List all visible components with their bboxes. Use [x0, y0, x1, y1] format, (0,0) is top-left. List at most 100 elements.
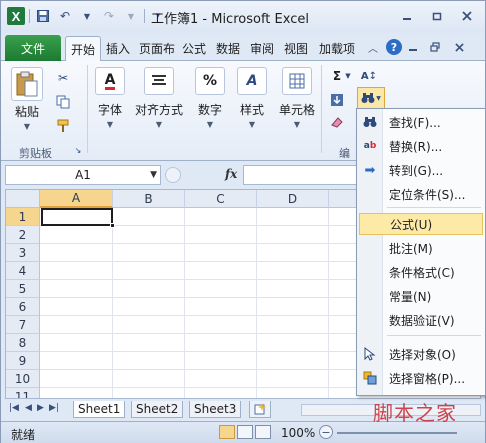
format-painter-icon[interactable]	[53, 117, 73, 135]
menu-item-select-objects[interactable]: 选择对象(O)	[359, 343, 483, 365]
restore-icon[interactable]	[427, 7, 447, 25]
sheet-tab-sheet1[interactable]: Sheet1	[73, 401, 126, 418]
insert-function-icon[interactable]: fx	[225, 167, 237, 181]
name-box[interactable]: A1 ▼	[5, 165, 161, 185]
workbook-restore-icon[interactable]	[427, 37, 443, 57]
help-button[interactable]: ?	[385, 37, 403, 57]
first-sheet-icon[interactable]: |◀	[9, 403, 19, 413]
cells-label: 单元格	[279, 103, 316, 117]
row-header[interactable]: 11	[6, 388, 40, 398]
menu-item-formulas[interactable]: 公式(U)	[359, 213, 483, 235]
percent-icon: %	[195, 67, 225, 95]
copy-icon[interactable]	[53, 93, 73, 111]
row-header[interactable]: 3	[6, 244, 40, 262]
close-icon[interactable]	[457, 7, 477, 25]
next-sheet-icon[interactable]: ▶	[37, 403, 44, 413]
watermark-text: 脚本之家	[373, 401, 457, 425]
zoom-slider[interactable]	[337, 432, 457, 434]
column-header-d[interactable]: D	[257, 190, 329, 208]
find-select-button[interactable]: ▼	[357, 87, 385, 109]
menu-item-label: 常量(N)	[389, 289, 432, 304]
font-icon: A	[95, 67, 125, 95]
excel-window: X ↶ ▼ ↷ ▼ ▾ 工作簿1 - Microsoft Excel 文件 开始…	[0, 0, 486, 443]
tab-home[interactable]: 开始	[65, 36, 101, 61]
font-label: 字体	[97, 103, 122, 117]
clear-icon[interactable]	[327, 113, 347, 131]
row-header[interactable]: 9	[6, 352, 40, 370]
menu-item-label: 数据验证(V)	[389, 313, 455, 328]
chevron-down-icon: ▼	[106, 120, 114, 129]
fill-icon[interactable]	[327, 91, 347, 109]
tab-formulas[interactable]: 公式	[179, 36, 209, 61]
zoom-level[interactable]: 100%	[281, 426, 315, 440]
zoom-out-icon[interactable]: −	[319, 425, 333, 439]
menu-item-goto-special[interactable]: 定位条件(S)...	[359, 183, 483, 205]
menu-item-constants[interactable]: 常量(N)	[359, 285, 483, 307]
row-header[interactable]: 4	[6, 262, 40, 280]
paste-button[interactable]: 粘贴 ▼	[11, 67, 43, 131]
font-button[interactable]: A 字体 ▼	[95, 67, 125, 129]
tab-insert[interactable]: 插入	[103, 36, 133, 61]
chevron-down-icon[interactable]: ▼	[78, 7, 96, 25]
sort-filter-icon[interactable]: A ↕	[359, 67, 379, 85]
page-break-view-icon[interactable]	[255, 425, 271, 439]
redo-icon[interactable]: ↷	[100, 7, 118, 25]
row-header[interactable]: 5	[6, 280, 40, 298]
sheet-tab-sheet3[interactable]: Sheet3	[189, 401, 242, 418]
chevron-down-icon[interactable]: ▼	[122, 7, 140, 25]
menu-item-conditional-formatting[interactable]: 条件格式(C)	[359, 261, 483, 283]
row-header[interactable]: 6	[6, 298, 40, 316]
menu-item-comments[interactable]: 批注(M)	[359, 237, 483, 259]
tab-addins[interactable]: 加载项	[315, 36, 359, 61]
save-icon[interactable]	[34, 7, 52, 25]
page-layout-view-icon[interactable]	[237, 425, 253, 439]
menu-item-data-validation[interactable]: 数据验证(V)	[359, 309, 483, 331]
qat-separator	[29, 9, 30, 23]
paste-label: 粘贴	[14, 105, 39, 119]
row-header[interactable]: 8	[6, 334, 40, 352]
collapse-ribbon-icon[interactable]: ︿	[365, 37, 381, 57]
group-separator	[321, 65, 322, 153]
active-cell-a1[interactable]	[41, 208, 113, 226]
menu-item-goto[interactable]: ➡ 转到(G)...	[359, 159, 483, 181]
column-header-b[interactable]: B	[113, 190, 185, 208]
column-header-c[interactable]: C	[185, 190, 257, 208]
minimize-icon[interactable]	[397, 7, 417, 25]
select-all-corner[interactable]	[6, 190, 40, 208]
row-header[interactable]: 2	[6, 226, 40, 244]
workbook-close-icon[interactable]	[451, 37, 467, 57]
tab-data[interactable]: 数据	[213, 36, 243, 61]
row-header[interactable]: 10	[6, 370, 40, 388]
menu-item-label: 替换(R)...	[389, 139, 443, 154]
number-label: 数字	[197, 103, 222, 117]
alignment-button[interactable]: 对齐方式 ▼	[135, 67, 183, 129]
chevron-down-icon[interactable]: ▼	[343, 67, 353, 85]
tab-page-layout[interactable]: 页面布	[137, 36, 177, 61]
formula-bar-splitter[interactable]	[165, 167, 181, 183]
menu-item-replace[interactable]: ab 替换(R)...	[359, 135, 483, 157]
column-header-a[interactable]: A	[40, 190, 113, 208]
excel-app-icon[interactable]: X	[7, 7, 25, 25]
sheet-tab-sheet2[interactable]: Sheet2	[131, 401, 184, 418]
styles-button[interactable]: A 样式 ▼	[237, 67, 267, 129]
prev-sheet-icon[interactable]: ◀	[25, 403, 32, 413]
menu-item-selection-pane[interactable]: 选择窗格(P)...	[359, 367, 483, 389]
workbook-minimize-icon[interactable]	[405, 37, 421, 57]
tab-file[interactable]: 文件	[5, 35, 61, 61]
row-header[interactable]: 1	[6, 208, 40, 226]
dialog-launcher-icon[interactable]: ↘	[73, 145, 83, 155]
last-sheet-icon[interactable]: ▶|	[49, 403, 59, 413]
row-header[interactable]: 7	[6, 316, 40, 334]
tab-view[interactable]: 视图	[281, 36, 311, 61]
menu-item-find[interactable]: 查找(F)...	[359, 111, 483, 133]
find-select-menu: 查找(F)... ab 替换(R)... ➡ 转到(G)... 定位条件(S).…	[356, 108, 486, 396]
cut-icon[interactable]: ✂	[53, 69, 73, 87]
tab-review[interactable]: 审阅	[247, 36, 277, 61]
chevron-down-icon[interactable]: ▼	[150, 170, 157, 180]
cells-button[interactable]: 单元格 ▼	[279, 67, 315, 129]
normal-view-icon[interactable]	[219, 425, 235, 439]
number-button[interactable]: % 数字 ▼	[195, 67, 225, 129]
fill-handle[interactable]	[110, 223, 115, 228]
undo-icon[interactable]: ↶	[56, 7, 74, 25]
insert-sheet-icon[interactable]	[249, 401, 271, 418]
